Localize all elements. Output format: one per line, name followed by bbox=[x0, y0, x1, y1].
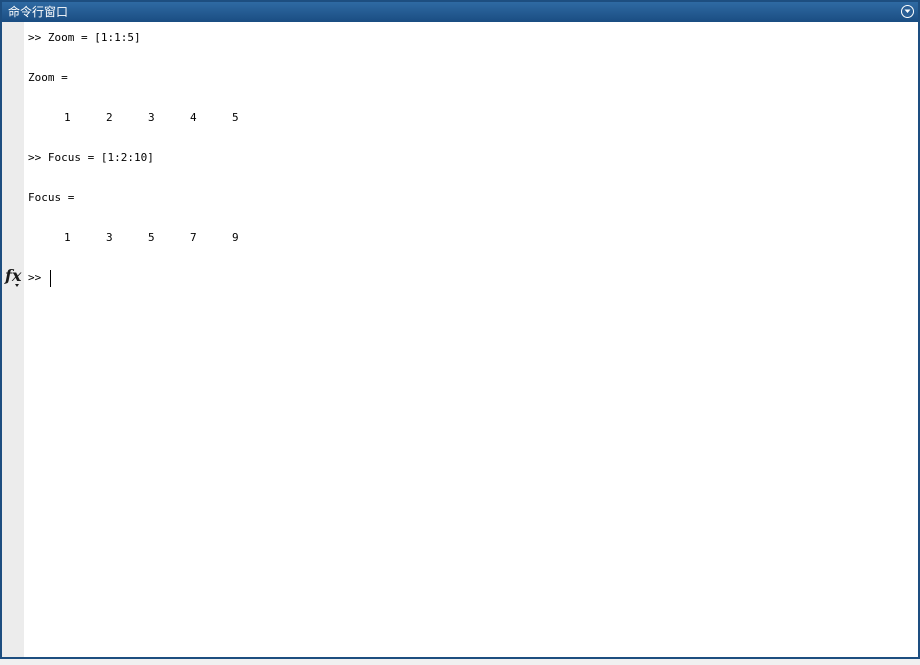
command-text: Focus = [1:2:10] bbox=[47, 151, 154, 164]
value-cell: 5 bbox=[232, 111, 239, 124]
command-line: >> Focus = [1:2:10] bbox=[28, 151, 154, 165]
value-cell: 7 bbox=[190, 231, 197, 244]
chevron-down-circle-icon[interactable] bbox=[901, 5, 914, 18]
value-cell: 3 bbox=[148, 111, 155, 124]
value-cell: 1 bbox=[64, 231, 71, 244]
left-gutter: fx bbox=[2, 22, 24, 657]
value-cell: 5 bbox=[148, 231, 155, 244]
window-title: 命令行窗口 bbox=[8, 5, 69, 19]
command-window-panel: 命令行窗口 fx >> Zoom = [1:1:5] Zoom = 1 2 3 … bbox=[0, 0, 920, 659]
command-text: Zoom = [1:1:5] bbox=[47, 31, 141, 44]
value-cell: 3 bbox=[106, 231, 113, 244]
output-label: Focus = bbox=[28, 191, 75, 204]
caret-down-icon[interactable] bbox=[15, 284, 19, 287]
console-output[interactable]: >> Zoom = [1:1:5] Zoom = 1 2 3 4 5 >> Fo… bbox=[24, 22, 918, 657]
function-browser-icon[interactable]: fx bbox=[5, 267, 21, 285]
title-bar[interactable]: 命令行窗口 bbox=[2, 2, 918, 22]
value-cell: 9 bbox=[232, 231, 239, 244]
prompt: >> bbox=[28, 31, 48, 44]
value-cell: 4 bbox=[190, 111, 197, 124]
text-cursor bbox=[50, 270, 51, 287]
value-cell: 1 bbox=[64, 111, 71, 124]
value-cell: 2 bbox=[106, 111, 113, 124]
prompt: >> bbox=[28, 151, 48, 164]
command-line: >> Zoom = [1:1:5] bbox=[28, 31, 141, 45]
output-label: Zoom = bbox=[28, 71, 68, 84]
active-prompt[interactable]: >> bbox=[28, 271, 41, 285]
